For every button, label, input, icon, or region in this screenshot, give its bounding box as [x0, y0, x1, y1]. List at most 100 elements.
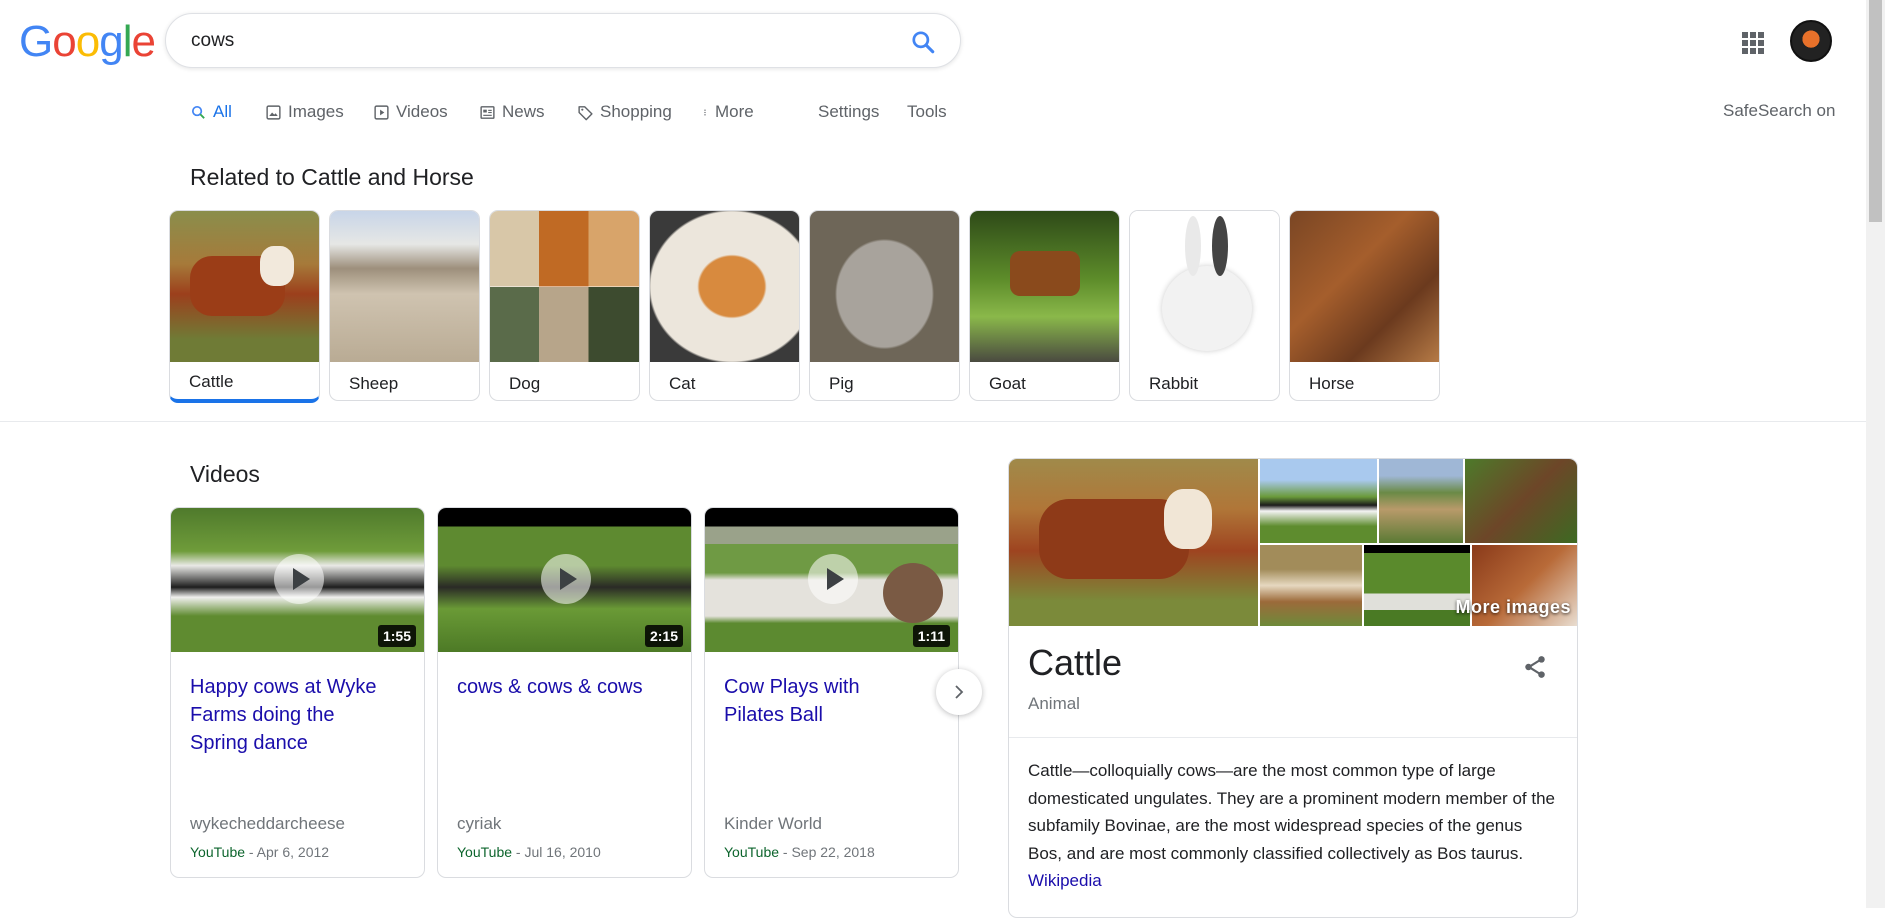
video-meta: YouTube - Apr 6, 2012 — [190, 844, 329, 860]
video-card[interactable]: 1:55 Happy cows at Wyke Farms doing the … — [170, 507, 425, 878]
video-duration: 1:55 — [377, 625, 416, 647]
related-card-pig[interactable]: Pig — [809, 210, 960, 401]
page-scrollbar[interactable] — [1866, 0, 1885, 908]
tab-shopping[interactable]: Shopping — [577, 102, 672, 122]
video-card[interactable]: 2:15 cows & cows & cows cyriak YouTube -… — [437, 507, 692, 878]
tab-settings[interactable]: Settings — [818, 102, 879, 122]
tab-images[interactable]: Images — [265, 102, 344, 122]
entity-subtitle: Animal — [1028, 694, 1080, 713]
mosaic-image[interactable] — [1260, 459, 1377, 543]
related-card-sheep[interactable]: Sheep — [329, 210, 480, 401]
logo-letter: o — [52, 17, 77, 66]
horse-image — [1290, 211, 1439, 362]
section-divider — [0, 421, 1866, 422]
description-text: Cattle—colloquially cows—are the most co… — [1028, 761, 1555, 863]
tab-label: News — [502, 102, 545, 121]
knowledge-panel: More images Cattle Animal Cattle—colloqu… — [1008, 458, 1578, 918]
safesearch-status[interactable]: SafeSearch on — [1723, 101, 1835, 121]
cat-image — [650, 211, 799, 362]
search-input[interactable] — [191, 30, 871, 52]
search-icon[interactable] — [910, 29, 936, 55]
related-card-rabbit[interactable]: Rabbit — [1129, 210, 1280, 401]
logo-letter: e — [131, 17, 156, 66]
related-label: Goat — [989, 374, 1026, 393]
cattle-image — [170, 211, 319, 362]
video-channel: cyriak — [457, 814, 502, 833]
tab-label: Images — [288, 102, 344, 121]
google-logo[interactable]: Google — [19, 17, 156, 66]
tab-news[interactable]: News — [479, 102, 545, 122]
video-source: YouTube — [190, 844, 246, 860]
dots-vertical-icon — [704, 109, 706, 115]
tab-label: Videos — [396, 102, 448, 121]
related-label: Cat — [669, 374, 696, 393]
related-label: Horse — [1309, 374, 1355, 393]
video-title-link[interactable]: Happy cows at Wyke Farms doing the Sprin… — [190, 673, 380, 757]
entity-description: Cattle—colloquially cows—are the most co… — [1028, 757, 1558, 895]
more-images-link[interactable]: More images — [1455, 597, 1571, 618]
related-card-cattle[interactable]: Cattle — [169, 210, 320, 403]
video-title-link[interactable]: Cow Plays with Pilates Ball — [724, 673, 914, 729]
play-icon[interactable] — [274, 554, 324, 604]
scrollbar-thumb[interactable] — [1869, 0, 1882, 222]
video-meta: YouTube - Sep 22, 2018 — [724, 844, 875, 860]
tab-videos[interactable]: Videos — [373, 102, 448, 122]
logo-letter: g — [99, 17, 124, 66]
video-date: - Sep 22, 2018 — [779, 844, 875, 860]
apps-grid-icon[interactable] — [1742, 32, 1764, 54]
tab-tools[interactable]: Tools — [907, 102, 947, 122]
related-card-goat[interactable]: Goat — [969, 210, 1120, 401]
tab-label: Settings — [818, 102, 880, 121]
share-icon[interactable] — [1522, 654, 1548, 680]
tab-label: More — [715, 102, 754, 121]
video-meta: YouTube - Jul 16, 2010 — [457, 844, 601, 860]
image-icon — [266, 104, 281, 120]
video-date: - Apr 6, 2012 — [245, 844, 330, 860]
related-label: Rabbit — [1149, 374, 1199, 393]
search-box[interactable] — [165, 13, 961, 68]
rabbit-image — [1130, 211, 1279, 362]
account-avatar[interactable] — [1790, 20, 1832, 62]
mosaic-image[interactable] — [1260, 545, 1362, 626]
videos-title: Videos — [190, 461, 260, 487]
tag-icon — [578, 105, 593, 120]
panel-divider — [1009, 737, 1577, 738]
video-date: - Jul 16, 2010 — [512, 844, 601, 860]
video-title-link[interactable]: cows & cows & cows — [457, 673, 647, 701]
sheep-image — [330, 211, 479, 362]
tab-label: Shopping — [600, 102, 672, 121]
play-icon[interactable] — [541, 554, 591, 604]
related-label: Pig — [829, 374, 854, 393]
search-icon — [191, 105, 205, 119]
image-mosaic[interactable]: More images — [1009, 459, 1577, 626]
tab-more[interactable]: More — [701, 102, 754, 122]
related-card-dog[interactable]: Dog — [489, 210, 640, 401]
news-icon — [480, 105, 495, 119]
video-source: YouTube — [457, 844, 513, 860]
related-card-cat[interactable]: Cat — [649, 210, 800, 401]
related-card-horse[interactable]: Horse — [1289, 210, 1440, 401]
video-source: YouTube — [724, 844, 780, 860]
tab-all[interactable]: All — [190, 102, 232, 122]
video-card[interactable]: 1:11 Cow Plays with Pilates Ball Kinder … — [704, 507, 959, 878]
related-label: Cattle — [189, 372, 234, 391]
mosaic-image[interactable] — [1465, 459, 1577, 543]
pig-image — [810, 211, 959, 362]
mosaic-image[interactable] — [1379, 459, 1463, 543]
logo-letter: G — [19, 17, 53, 66]
related-title: Related to Cattle and Horse — [190, 164, 474, 190]
video-icon — [374, 104, 389, 120]
logo-letter: o — [75, 17, 101, 66]
wikipedia-link[interactable]: Wikipedia — [1028, 871, 1102, 890]
next-videos-button[interactable] — [936, 669, 982, 715]
chevron-right-icon — [955, 685, 964, 699]
related-label: Dog — [509, 374, 541, 393]
goat-image — [970, 211, 1119, 362]
video-duration: 1:11 — [912, 625, 950, 647]
mosaic-image[interactable] — [1009, 459, 1258, 626]
video-channel: Kinder World — [724, 814, 822, 833]
video-duration: 2:15 — [644, 625, 683, 647]
entity-title: Cattle — [1028, 642, 1123, 683]
play-icon[interactable] — [808, 554, 858, 604]
logo-letter: l — [122, 17, 133, 66]
